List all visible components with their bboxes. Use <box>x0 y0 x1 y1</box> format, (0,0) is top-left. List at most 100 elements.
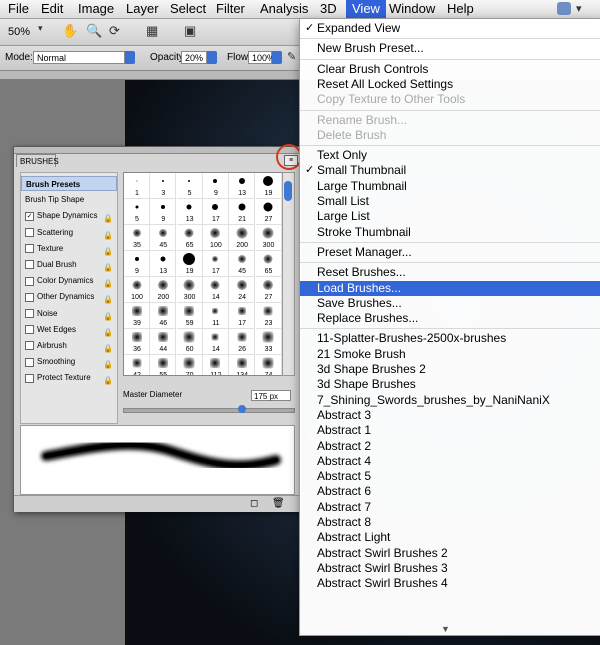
menu-item-3d-shape-brushes[interactable]: 3d Shape Brushes <box>300 377 600 392</box>
brush-preset[interactable]: 14 <box>202 329 229 355</box>
brush-preset[interactable]: 36 <box>124 329 150 355</box>
new-brush-icon[interactable]: ◻ <box>250 498 258 509</box>
brush-preset[interactable]: 9 <box>150 199 177 225</box>
brush-preset[interactable]: 14 <box>202 277 229 303</box>
menu-edit[interactable]: Edit <box>41 1 63 17</box>
brush-setting-dual-brush[interactable]: Dual Brush 🔒 <box>21 257 117 272</box>
menu-item-clear-brush-controls[interactable]: Clear Brush Controls <box>300 62 600 77</box>
menu-item-new-brush-preset[interactable]: New Brush Preset... <box>300 41 600 56</box>
brush-preset[interactable]: 19 <box>176 251 203 277</box>
hand-icon[interactable]: ✋ <box>62 23 78 39</box>
brush-setting-texture[interactable]: Texture 🔒 <box>21 241 117 256</box>
menu-item-abstract-3[interactable]: Abstract 3 <box>300 408 600 423</box>
mode-select[interactable]: Normal <box>33 51 125 64</box>
sync-icon[interactable] <box>557 2 571 15</box>
brush-grid-scrollbar[interactable] <box>282 172 295 376</box>
menu-item-abstract-8[interactable]: Abstract 8 <box>300 515 600 530</box>
brush-preset[interactable]: 5 <box>176 173 203 199</box>
menu-item-7-shining-swords-brushes-by-naninanix[interactable]: 7_Shining_Swords_brushes_by_NaniNaniX <box>300 393 600 408</box>
menu-image[interactable]: Image <box>78 1 114 17</box>
brush-preset[interactable]: 200 <box>229 225 256 251</box>
brush-preset[interactable]: 100 <box>202 225 229 251</box>
menu-item-expanded-view[interactable]: ✓ Expanded View <box>300 21 600 36</box>
menu-item-abstract-swirl-brushes-2[interactable]: Abstract Swirl Brushes 2 <box>300 546 600 561</box>
airbrush-icon[interactable]: ✎ <box>287 50 296 63</box>
brush-preset[interactable]: 45 <box>150 225 177 251</box>
brush-setting-brush-tip-shape[interactable]: Brush Tip Shape <box>21 192 117 207</box>
brush-preset[interactable]: 134 <box>229 355 256 375</box>
menu-view[interactable]: View <box>346 0 386 18</box>
flow-dropdown-arrow-icon[interactable] <box>272 51 282 64</box>
brush-preset[interactable]: 55 <box>150 355 177 375</box>
brush-preset[interactable]: 17 <box>202 199 229 225</box>
brush-setting-smoothing[interactable]: Smoothing 🔒 <box>21 354 117 369</box>
menu-item-abstract-7[interactable]: Abstract 7 <box>300 500 600 515</box>
checkbox[interactable]: ✓ <box>25 211 34 221</box>
brush-preset[interactable]: 9 <box>124 251 150 277</box>
brush-preset[interactable]: 21 <box>229 199 256 225</box>
brush-preset[interactable]: 13 <box>229 173 256 199</box>
brush-preset[interactable]: 65 <box>176 225 203 251</box>
brush-preset[interactable]: 3 <box>150 173 177 199</box>
brush-preset[interactable]: 26 <box>229 329 256 355</box>
brush-preset[interactable]: 33 <box>255 329 282 355</box>
menu-item-small-thumbnail[interactable]: ✓ Small Thumbnail <box>300 163 600 178</box>
brush-preset[interactable]: 13 <box>176 199 203 225</box>
menu-item-large-thumbnail[interactable]: Large Thumbnail <box>300 179 600 194</box>
brush-preset[interactable]: 35 <box>124 225 150 251</box>
brush-preset[interactable]: 11 <box>202 303 229 329</box>
zoom-level[interactable]: 50% <box>8 26 30 38</box>
brush-preset[interactable]: 112 <box>203 355 229 375</box>
brush-preset[interactable]: 42 <box>124 355 150 375</box>
menu-item-abstract-2[interactable]: Abstract 2 <box>300 439 600 454</box>
brush-preset[interactable]: 17 <box>229 303 256 329</box>
brush-preset[interactable]: 200 <box>150 277 177 303</box>
menu-item-small-list[interactable]: Small List <box>300 194 600 209</box>
brush-preset[interactable]: 60 <box>176 329 203 355</box>
brush-setting-noise[interactable]: Noise 🔒 <box>21 306 117 321</box>
checkbox[interactable] <box>25 260 34 270</box>
lock-icon[interactable]: 🔒 <box>103 373 113 388</box>
menu-item-save-brushes[interactable]: Save Brushes... <box>300 296 600 311</box>
screen-mode-icon[interactable]: ▣ <box>184 23 196 39</box>
brush-setting-protect-texture[interactable]: Protect Texture 🔒 <box>21 370 117 385</box>
menu-item-21-smoke-brush[interactable]: 21 Smoke Brush <box>300 347 600 362</box>
opacity-dropdown-arrow-icon[interactable] <box>207 51 217 64</box>
brush-preset[interactable]: 27 <box>255 277 282 303</box>
master-diameter-field[interactable]: 175 px <box>251 390 291 401</box>
chevron-down-icon[interactable]: ▾ <box>576 2 591 15</box>
brush-preset[interactable]: 1 <box>124 173 150 199</box>
menu-item-abstract-6[interactable]: Abstract 6 <box>300 484 600 499</box>
menu-item-abstract-swirl-brushes-4[interactable]: Abstract Swirl Brushes 4 <box>300 576 600 591</box>
brush-preset[interactable]: 5 <box>124 199 150 225</box>
brush-setting-airbrush[interactable]: Airbrush 🔒 <box>21 338 117 353</box>
scrollbar-thumb[interactable] <box>284 181 292 201</box>
brush-preset[interactable]: 24 <box>229 277 256 303</box>
checkbox[interactable] <box>25 357 34 367</box>
menu-item-large-list[interactable]: Large List <box>300 209 600 224</box>
brush-preset[interactable]: 27 <box>255 199 282 225</box>
brush-preset[interactable]: 300 <box>176 277 203 303</box>
checkbox[interactable] <box>25 325 34 335</box>
menu-item-replace-brushes[interactable]: Replace Brushes... <box>300 311 600 326</box>
slider-knob[interactable] <box>238 405 246 413</box>
menu-item-11-splatter-brushes-2500x-brushes[interactable]: 11-Splatter-Brushes-2500x-brushes <box>300 331 600 346</box>
flow-field[interactable]: 100% <box>248 51 275 64</box>
checkbox[interactable] <box>25 276 34 286</box>
brush-preset[interactable]: 17 <box>202 251 229 277</box>
brush-preset[interactable]: 300 <box>255 225 282 251</box>
menu-analysis[interactable]: Analysis <box>260 1 308 17</box>
brush-preset[interactable]: 45 <box>229 251 256 277</box>
brush-preset[interactable]: 65 <box>255 251 282 277</box>
checkbox[interactable] <box>25 308 34 318</box>
brush-preset[interactable]: 23 <box>255 303 282 329</box>
menu-item-load-brushes[interactable]: Load Brushes... <box>300 280 600 296</box>
menu-item-abstract-swirl-brushes-3[interactable]: Abstract Swirl Brushes 3 <box>300 561 600 576</box>
menu-file[interactable]: File <box>8 1 29 17</box>
checkbox[interactable] <box>25 244 34 254</box>
brush-preset[interactable]: 39 <box>124 303 150 329</box>
brush-preset[interactable]: 59 <box>176 303 203 329</box>
brush-preset[interactable]: 70 <box>177 355 203 375</box>
checkbox[interactable] <box>25 292 34 302</box>
zoom-icon[interactable]: 🔍 <box>86 23 102 39</box>
